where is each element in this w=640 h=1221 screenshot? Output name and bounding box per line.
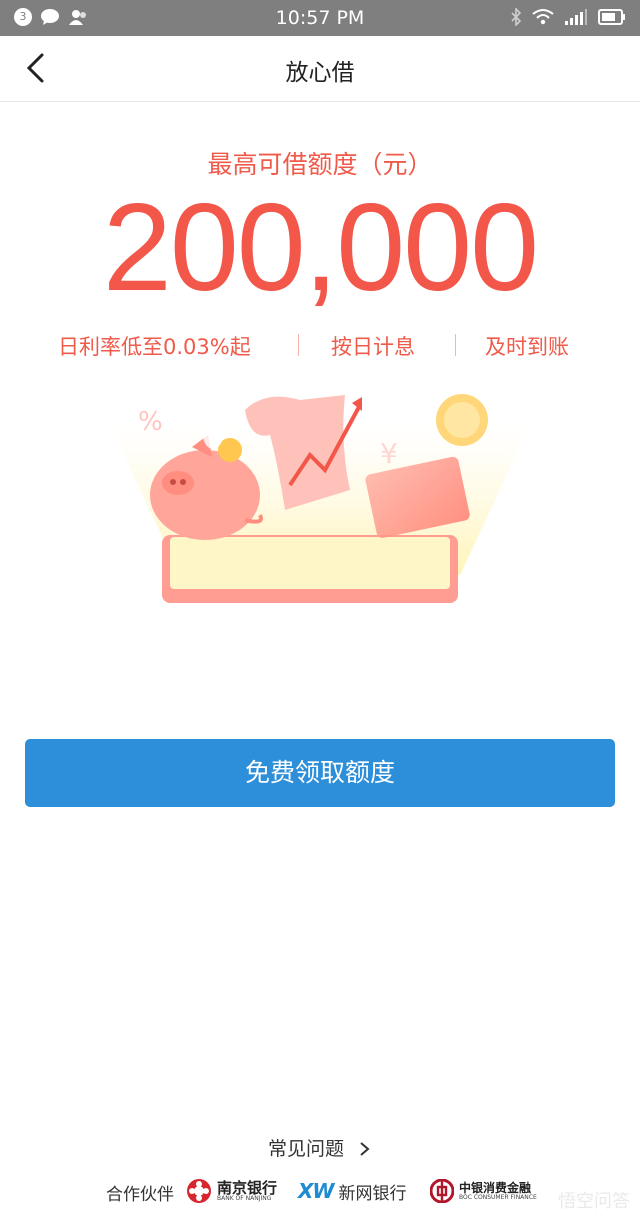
wifi-icon: [532, 9, 554, 25]
feature-strip: 日利率低至0.03%起 按日计息 及时到账: [0, 331, 640, 361]
feature-daily-interest: 按日计息: [331, 335, 415, 359]
bluetooth-icon: [511, 8, 522, 26]
nav-header: 放心借: [0, 36, 640, 102]
faq-link[interactable]: 常见问题: [0, 1134, 640, 1161]
partner-name: 中银消费金融: [459, 1180, 532, 1195]
svg-text:%: %: [138, 407, 163, 437]
watermark-text: 悟空问答: [558, 1191, 630, 1212]
claim-limit-button[interactable]: 免费领取额度: [25, 739, 615, 807]
status-bar: 3 10:57 PM: [0, 0, 640, 36]
svg-text:¥: ¥: [380, 437, 398, 470]
partner-name: 新网银行: [338, 1183, 407, 1204]
faq-label: 常见问题: [267, 1138, 344, 1160]
feature-divider: [455, 334, 456, 356]
boc-logo-icon: [430, 1179, 454, 1203]
partner-boc-consumer-finance: 中银消费金融 BOC CONSUMER FINANCE: [430, 1176, 537, 1206]
feature-daily-rate: 日利率低至0.03%起: [58, 335, 251, 359]
piggy-bank-illustration: % ¥: [110, 394, 530, 603]
xw-logo-mark: XW: [298, 1179, 334, 1203]
partners-bar: 合作伙伴 南京银行 BANK OF NANJING XW 新网银行 中银消费金融…: [0, 1173, 640, 1209]
partner-nanjing-bank: 南京银行 BANK OF NANJING: [186, 1176, 277, 1206]
credit-limit-label: 最高可借额度（元）: [207, 150, 433, 179]
partner-subtitle: BANK OF NANJING: [217, 1194, 272, 1202]
partners-label: 合作伙伴: [106, 1185, 174, 1205]
feature-divider: [298, 334, 299, 356]
page-title: 放心借: [285, 60, 355, 86]
battery-icon: [598, 9, 625, 25]
signal-icon: [565, 9, 587, 25]
partner-name: 南京银行: [217, 1178, 278, 1197]
credit-limit-amount: 200,000: [102, 179, 539, 317]
feature-instant-arrival: 及时到账: [485, 335, 569, 359]
partner-xinwang-bank: XW 新网银行: [298, 1176, 406, 1206]
bank-of-nanjing-logo-icon: [187, 1179, 211, 1203]
partner-subtitle: BOC CONSUMER FINANCE: [459, 1193, 537, 1201]
chevron-right-icon: [360, 1142, 370, 1156]
